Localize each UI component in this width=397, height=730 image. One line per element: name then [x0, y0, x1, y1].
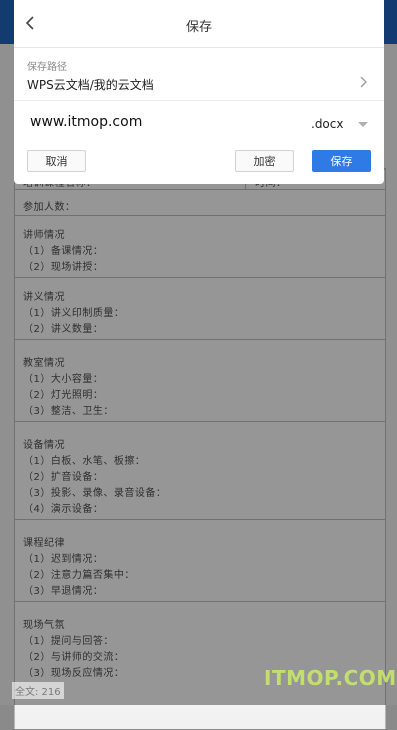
divider [14, 100, 384, 101]
save-path-value[interactable]: WPS云文档/我的云文档 [27, 76, 154, 93]
site-watermark: ITMOP.COM [264, 666, 397, 690]
chevron-right-icon[interactable] [356, 75, 370, 89]
filename-input[interactable]: www.itmop.com [30, 114, 142, 130]
save-path-label: 保存路径 [27, 62, 67, 73]
chevron-down-icon[interactable] [358, 122, 368, 127]
file-extension-select[interactable]: .docx [311, 117, 343, 131]
word-count-badge: 全文: 216 [12, 682, 64, 699]
save-button[interactable]: 保存 [312, 150, 371, 172]
dialog-header: 保存 [14, 0, 384, 48]
cancel-button[interactable]: 取消 [27, 150, 86, 172]
save-dialog: 保存 保存路径 WPS云文档/我的云文档 www.itmop.com .docx… [14, 0, 384, 184]
encrypt-button[interactable]: 加密 [235, 150, 294, 172]
dialog-title: 保存 [185, 20, 212, 35]
